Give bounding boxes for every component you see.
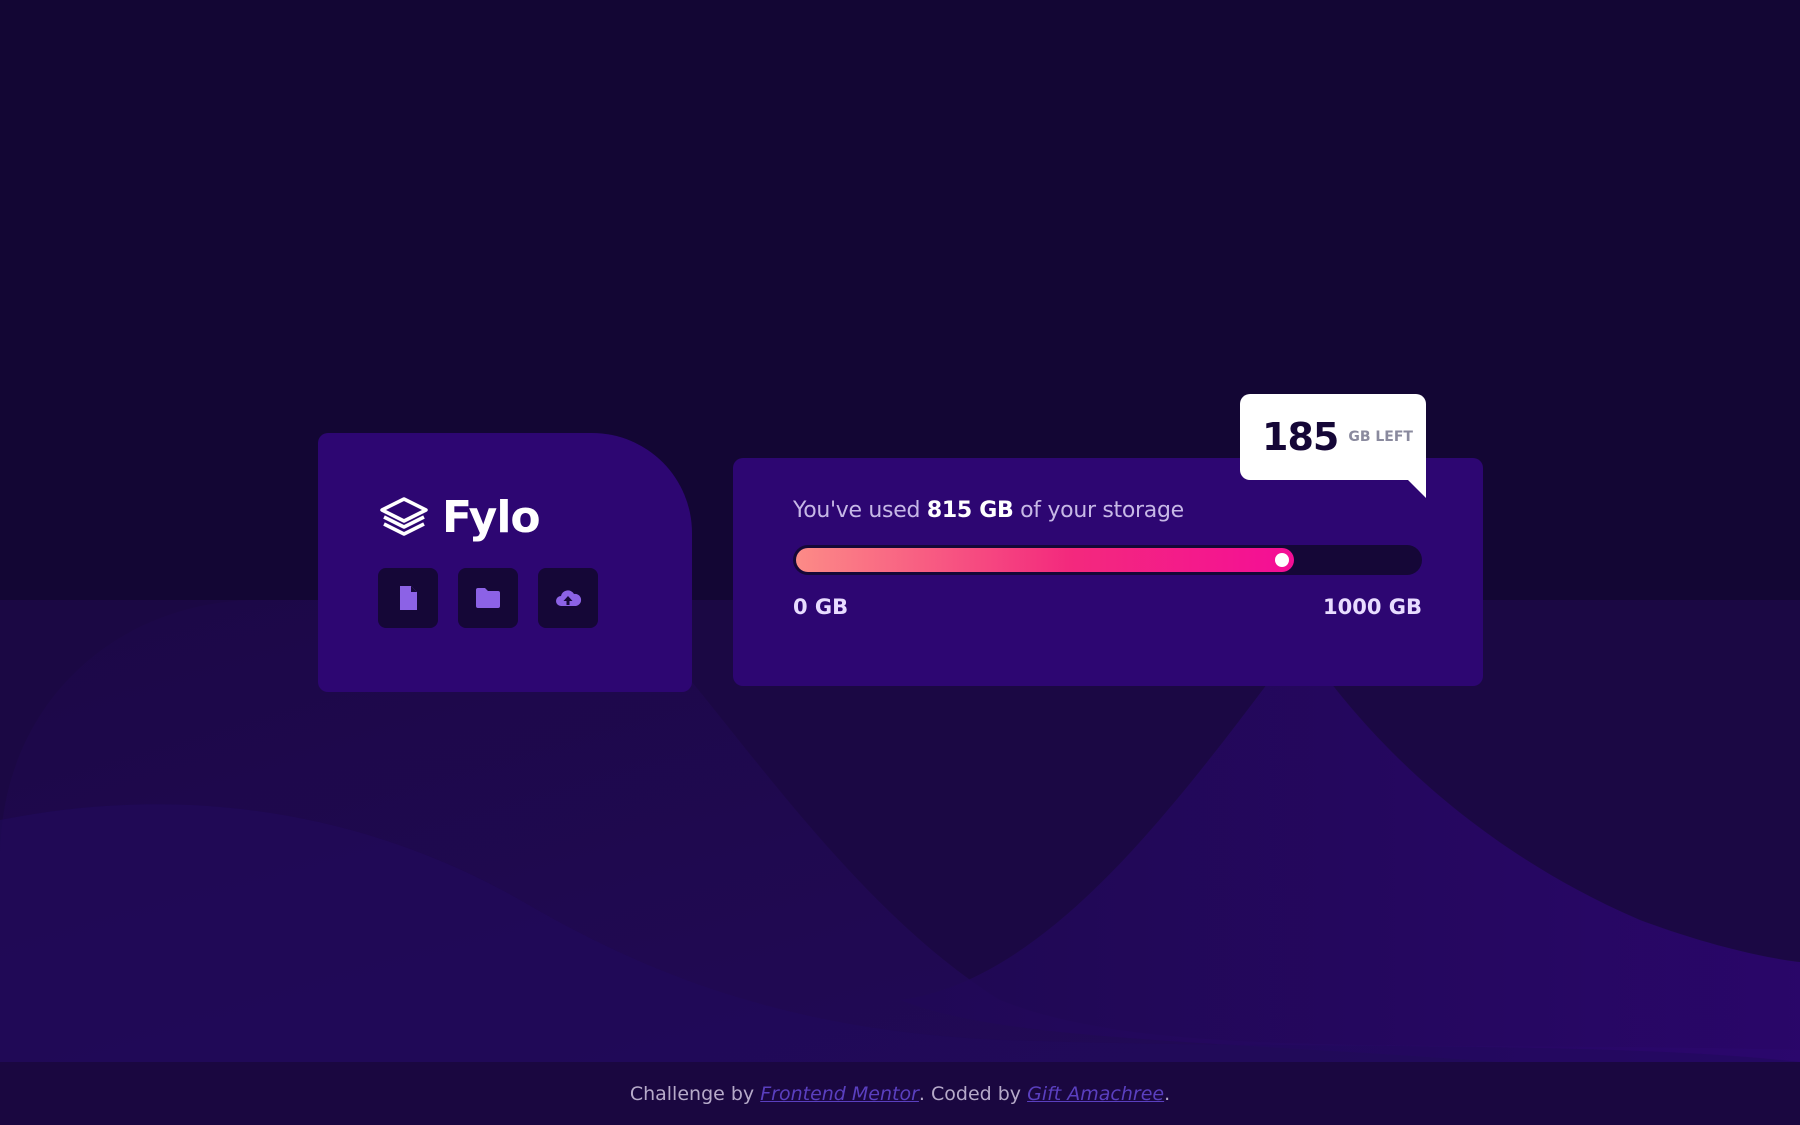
tool-buttons bbox=[378, 568, 692, 628]
usage-prefix: You've used bbox=[793, 498, 921, 523]
document-icon bbox=[400, 586, 417, 610]
remaining-unit: GB LEFT bbox=[1348, 429, 1413, 445]
remaining-value: 185 bbox=[1262, 415, 1339, 459]
brand-name: Fylo bbox=[442, 491, 541, 543]
footer-end: . bbox=[1164, 1082, 1171, 1105]
brand: Fylo bbox=[378, 491, 692, 543]
challenge-text: Challenge by bbox=[629, 1082, 755, 1105]
progress-knob bbox=[1274, 553, 1289, 567]
usage-text: You've used 815 GB of your storage bbox=[793, 498, 1423, 523]
remaining-callout: 185 GB LEFT bbox=[1240, 394, 1426, 498]
document-button[interactable] bbox=[378, 568, 438, 628]
cloud-upload-icon bbox=[556, 590, 582, 606]
usage-amount: 815 GB bbox=[926, 498, 1014, 523]
storage-scale: 0 GB 1000 GB bbox=[793, 595, 1422, 619]
folder-button[interactable] bbox=[458, 568, 518, 628]
storage-progress-bar bbox=[793, 545, 1422, 575]
stacked-layers-icon bbox=[380, 497, 428, 536]
scale-min-label: 0 GB bbox=[793, 595, 849, 619]
folder-icon bbox=[476, 588, 500, 608]
upload-button[interactable] bbox=[538, 568, 598, 628]
storage-card: You've used 815 GB of your storage 0 GB … bbox=[733, 458, 1483, 686]
usage-suffix: of your storage bbox=[1020, 498, 1184, 523]
coded-by-text: . Coded by bbox=[918, 1082, 1022, 1105]
attribution-footer: Challenge by Frontend Mentor. Coded by G… bbox=[0, 1062, 1800, 1125]
author-link[interactable]: Gift Amachree bbox=[1027, 1083, 1164, 1105]
scale-max-label: 1000 GB bbox=[1322, 595, 1422, 619]
frontend-mentor-link[interactable]: Frontend Mentor bbox=[760, 1083, 919, 1105]
logo-card: Fylo bbox=[318, 433, 692, 692]
storage-progress-fill bbox=[796, 548, 1294, 572]
